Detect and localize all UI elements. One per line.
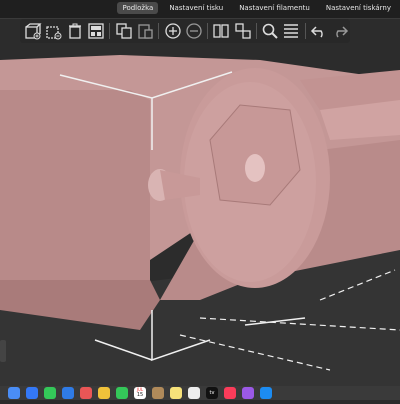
layer-list-button[interactable] [282,21,301,41]
split-parts-button[interactable] [233,21,252,41]
model-scene[interactable] [0,0,400,400]
undo-button[interactable] [310,21,329,41]
add-object-button[interactable] [23,21,42,41]
tab-bar: Podložka Nastavení tisku Nastavení filam… [117,2,396,14]
safari-icon[interactable] [26,387,38,399]
add-object-icon [24,23,42,40]
tab-filament-settings[interactable]: Nastavení filamentu [234,2,315,14]
model-body-left [0,90,150,285]
add-instance-button[interactable] [163,21,182,41]
maps-icon[interactable] [80,387,92,399]
reminders-icon[interactable] [188,387,200,399]
tab-printer-settings[interactable]: Nastavení tiskárny [321,2,396,14]
model-center-hole [245,154,265,182]
apple-tv-icon[interactable]: tv [206,387,218,399]
delete-button[interactable] [44,21,63,41]
paste-icon [137,24,153,39]
notes-icon[interactable] [170,387,182,399]
calendar-icon[interactable]: JUL 15 [134,387,146,399]
layer-list-icon [284,24,299,38]
add-instance-icon [164,23,181,39]
3d-viewport[interactable] [0,0,400,400]
toolbar-separator [109,23,111,39]
view-scrollbar[interactable] [0,340,6,362]
facetime-icon[interactable] [116,387,128,399]
mail-icon[interactable] [62,387,74,399]
redo-button[interactable] [331,21,350,41]
toolbar-separator [256,23,257,39]
toolbar-separator [158,23,159,39]
remove-instance-button[interactable] [184,21,203,41]
toolbar-separator [207,23,208,39]
split-objects-icon [213,24,230,38]
copy-button[interactable] [114,21,133,41]
photos-icon[interactable] [98,387,110,399]
contacts-icon[interactable] [152,387,164,399]
messages-icon[interactable] [44,387,56,399]
tab-print-settings[interactable]: Nastavení tisku [164,2,228,14]
copy-icon [115,23,132,39]
tab-podlozka[interactable]: Podložka [117,2,159,14]
redo-icon [336,26,349,38]
delete-all-button[interactable] [65,21,84,41]
music-icon[interactable] [224,387,236,399]
delete-icon [45,26,62,40]
macos-dock: JUL 15 tv [0,386,400,400]
app-store-icon[interactable] [260,387,272,399]
split-objects-button[interactable] [212,21,231,41]
arrange-button[interactable] [86,21,105,41]
top-bar: Podložka Nastavení tisku Nastavení filam… [0,0,400,19]
split-parts-icon [234,23,251,39]
podcasts-icon[interactable] [242,387,254,399]
undo-icon [311,26,324,38]
plater-toolbar [20,19,350,43]
arrange-icon [87,23,104,39]
search-icon [263,23,279,39]
remove-instance-icon [185,23,202,39]
search-button[interactable] [261,21,280,41]
paste-button[interactable] [135,21,154,41]
tv-label: tv [209,390,215,396]
toolbar-separator [305,23,306,39]
finder-icon[interactable] [8,387,20,399]
delete-all-icon [68,23,81,39]
calendar-day: 15 [136,392,144,398]
